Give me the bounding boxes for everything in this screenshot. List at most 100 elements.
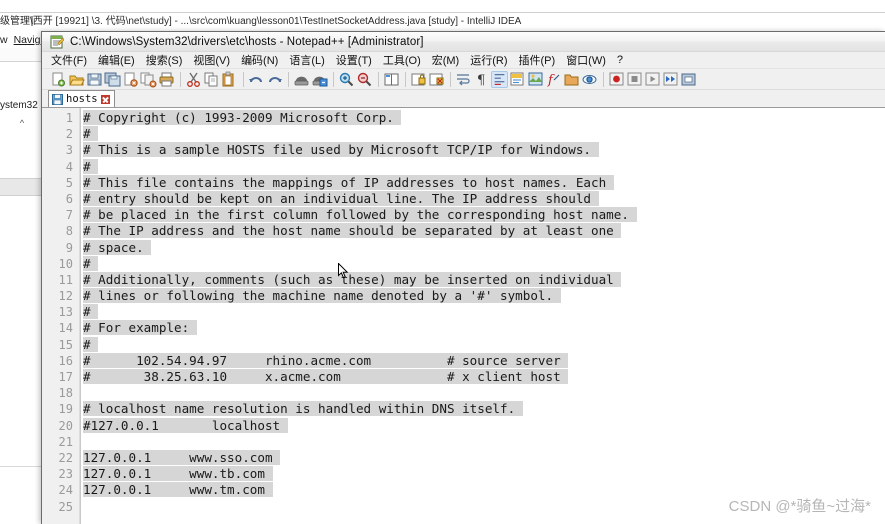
notepad-document-icon — [50, 35, 65, 49]
line-number: 12 — [58, 289, 73, 304]
paste-icon[interactable] — [221, 71, 238, 88]
undo-icon[interactable] — [248, 71, 265, 88]
code-line[interactable]: # This is a sample HOSTS file used by Mi… — [81, 142, 885, 158]
code-line[interactable]: #127.0.0.1 localhost — [81, 417, 885, 434]
new-file-icon[interactable] — [50, 71, 67, 88]
menu-encoding[interactable]: 编码(N) — [241, 52, 278, 68]
open-file-icon[interactable] — [68, 71, 85, 88]
code-line[interactable]: # — [81, 336, 885, 353]
clear-bookmarks-icon[interactable] — [428, 71, 445, 88]
line-number: 10 — [58, 256, 73, 271]
notepadpp-tab-bar[interactable]: hosts — [42, 90, 885, 108]
menu-window[interactable]: 窗口(W) — [566, 52, 606, 68]
close-all-files-icon[interactable] — [140, 71, 157, 88]
code-line[interactable]: # — [81, 126, 885, 142]
tab-hosts[interactable]: hosts — [48, 90, 115, 107]
cut-icon[interactable] — [185, 71, 202, 88]
close-tab-icon[interactable] — [100, 94, 110, 104]
code-line[interactable]: # space. — [81, 239, 885, 256]
show-document-map-icon[interactable] — [527, 71, 544, 88]
user-defined-language-icon[interactable] — [509, 71, 526, 88]
code-line[interactable]: 127.0.0.1 www.sso.com — [81, 449, 885, 466]
chevron-up-icon[interactable]: ^ — [0, 116, 44, 130]
code-line[interactable]: # be placed in the first column followed… — [81, 207, 885, 223]
code-line[interactable]: # — [81, 304, 885, 320]
redo-icon[interactable] — [266, 71, 283, 88]
sync-vertical-scroll-icon[interactable] — [383, 71, 400, 88]
intellij-menu-navigate[interactable]: Navigat — [14, 34, 44, 46]
selected-text: # — [83, 158, 99, 174]
line-number: 23 — [58, 467, 73, 482]
code-line[interactable] — [81, 385, 885, 401]
find-icon[interactable] — [293, 71, 310, 88]
word-wrap-icon[interactable] — [455, 71, 472, 88]
selected-text: # For example: — [83, 320, 197, 336]
run-macro-multiple-icon[interactable] — [662, 71, 679, 88]
stop-record-macro-icon[interactable] — [626, 71, 643, 88]
menu-macro[interactable]: 宏(M) — [432, 52, 460, 68]
selected-text: # Additionally, comments (such as these)… — [83, 271, 622, 287]
intellij-menu-view[interactable]: w — [0, 34, 8, 46]
monitoring-icon[interactable] — [581, 71, 598, 88]
code-line[interactable]: # localhost name resolution is handled w… — [81, 401, 885, 417]
replace-icon[interactable] — [311, 71, 328, 88]
menu-settings[interactable]: 设置(T) — [336, 52, 372, 68]
code-line[interactable]: # entry should be kept on an individual … — [81, 190, 885, 207]
menu-help[interactable]: ? — [617, 54, 623, 66]
selected-text: # — [83, 336, 99, 352]
menu-search[interactable]: 搜索(S) — [146, 52, 183, 68]
start-record-macro-icon[interactable] — [608, 71, 625, 88]
notepadpp-toolbar[interactable]: ¶ f — [42, 69, 885, 90]
toggle-bookmark-icon[interactable] — [410, 71, 427, 88]
code-line[interactable]: # This file contains the mappings of IP … — [81, 174, 885, 191]
line-number: 6 — [65, 191, 73, 206]
menu-file[interactable]: 文件(F) — [51, 52, 87, 68]
selected-text: # entry should be kept on an individual … — [83, 190, 599, 206]
code-line[interactable]: # — [81, 255, 885, 272]
code-line[interactable]: # Additionally, comments (such as these)… — [81, 271, 885, 288]
save-icon[interactable] — [86, 71, 103, 88]
code-line[interactable]: # The IP address and the host name shoul… — [81, 223, 885, 239]
intellij-menu-bar[interactable]: w Navigat — [0, 32, 44, 48]
code-line[interactable]: # Copyright (c) 1993-2009 Microsoft Corp… — [81, 110, 885, 126]
code-line[interactable]: # lines or following the machine name de… — [81, 288, 885, 304]
notepadpp-title-bar[interactable]: C:\Windows\System32\drivers\etc\hosts - … — [42, 32, 885, 52]
code-line[interactable]: # 38.25.63.10 x.acme.com # x client host — [81, 369, 885, 385]
selected-text: 127.0.0.1 www.tm.com — [83, 482, 273, 498]
indent-guide-icon[interactable] — [491, 70, 508, 88]
zoom-in-icon[interactable] — [338, 71, 355, 88]
function-list-icon[interactable]: f — [545, 71, 562, 88]
csdn-watermark: CSDN @*骑鱼~过海* — [728, 498, 871, 515]
code-line[interactable]: 127.0.0.1 www.tb.com — [81, 466, 885, 482]
zoom-out-icon[interactable] — [356, 71, 373, 88]
menu-edit[interactable]: 编辑(E) — [98, 52, 135, 68]
selected-text: # lines or following the machine name de… — [83, 288, 561, 304]
intellij-panel-divider — [0, 178, 44, 196]
notepadpp-menu-bar[interactable]: 文件(F) 编辑(E) 搜索(S) 视图(V) 编码(N) 语言(L) 设置(T… — [42, 52, 885, 69]
save-current-macro-icon[interactable] — [680, 71, 697, 88]
notepadpp-editor[interactable]: 1 2 3 4 5 6 7 8 9 10 11 12 13 14 15 16 17 18 19 20 21 22 23 24 2… — [42, 108, 885, 524]
folder-as-workspace-icon[interactable] — [563, 71, 580, 88]
menu-tools[interactable]: 工具(O) — [383, 52, 421, 68]
code-line[interactable]: # For example: — [81, 320, 885, 336]
menu-language[interactable]: 语言(L) — [289, 52, 324, 68]
selected-text: # be placed in the first column followed… — [83, 207, 637, 223]
selected-text: # This is a sample HOSTS file used by Mi… — [83, 142, 599, 158]
selected-text: # 38.25.63.10 x.acme.com # x client host — [83, 369, 569, 384]
code-line[interactable]: # 102.54.94.97 rhino.acme.com # source s… — [81, 352, 885, 369]
code-line[interactable] — [81, 434, 885, 450]
code-line[interactable]: # — [81, 158, 885, 175]
menu-run[interactable]: 运行(R) — [470, 52, 507, 68]
menu-plugins[interactable]: 插件(P) — [519, 52, 556, 68]
copy-icon[interactable] — [203, 71, 220, 88]
close-file-icon[interactable] — [122, 71, 139, 88]
code-text-area[interactable]: # Copyright (c) 1993-2009 Microsoft Corp… — [80, 108, 885, 524]
menu-view[interactable]: 视图(V) — [193, 52, 230, 68]
playback-macro-icon[interactable] — [644, 71, 661, 88]
line-number: 20 — [58, 418, 73, 433]
line-number: 11 — [58, 272, 73, 287]
show-all-characters-icon[interactable]: ¶ — [473, 71, 490, 88]
save-all-icon[interactable] — [104, 71, 121, 88]
print-icon[interactable] — [158, 71, 175, 88]
intellij-tab-strip[interactable] — [0, 48, 44, 62]
